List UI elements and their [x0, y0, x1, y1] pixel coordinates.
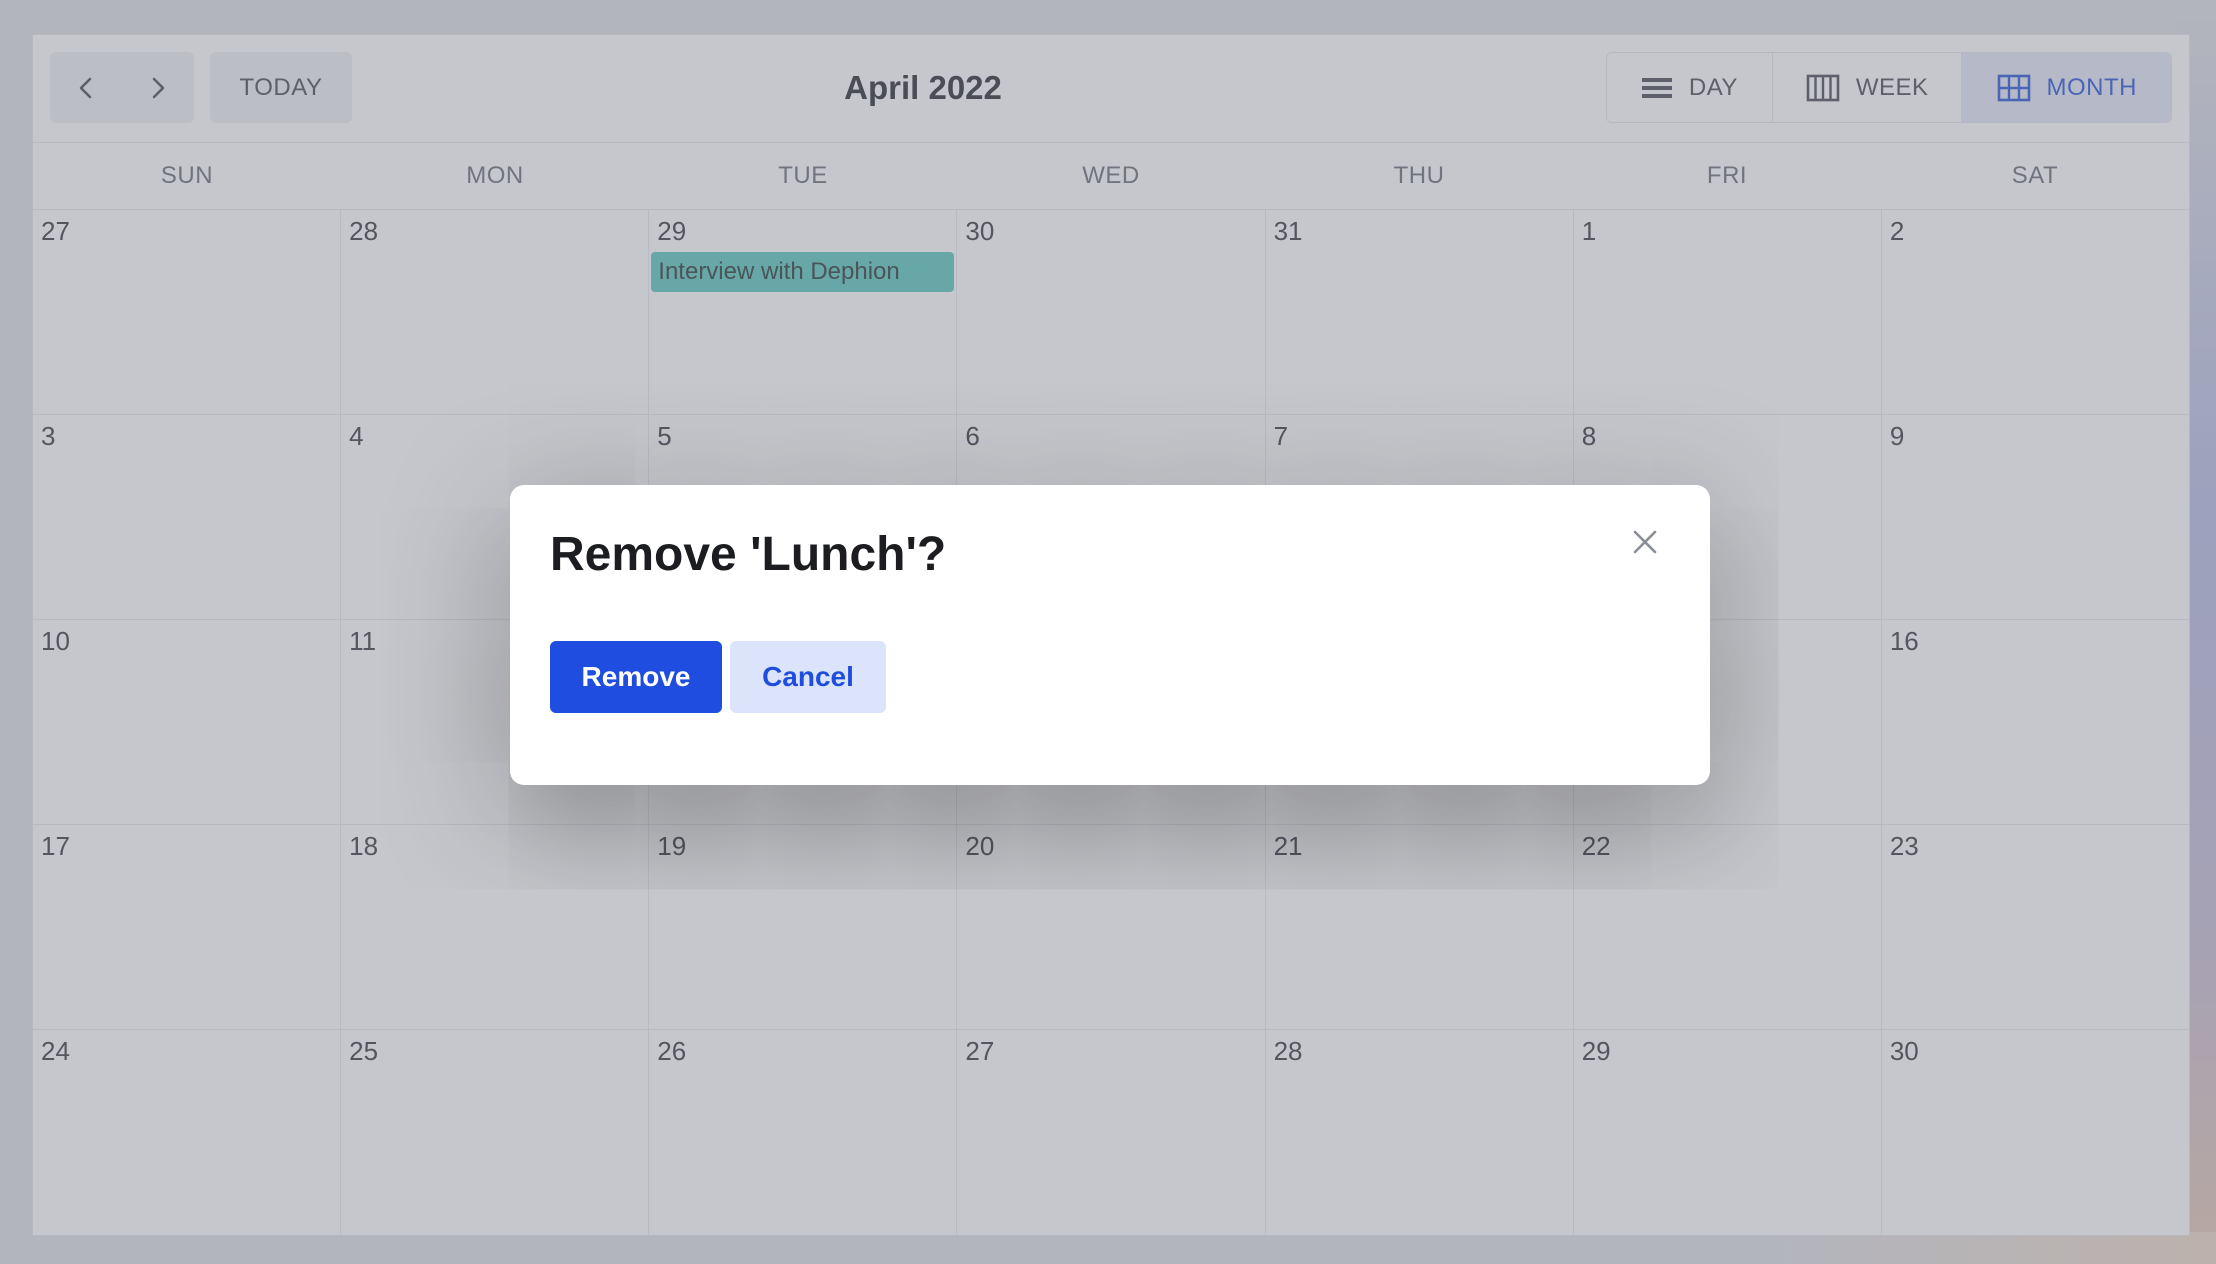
close-dialog-button[interactable]	[1628, 525, 1662, 559]
remove-event-dialog: Remove 'Lunch'? Remove Cancel	[510, 485, 1710, 785]
close-icon	[1633, 530, 1657, 554]
dialog-title: Remove 'Lunch'?	[550, 528, 947, 581]
cancel-button[interactable]: Cancel	[730, 641, 886, 713]
remove-button[interactable]: Remove	[550, 641, 722, 713]
